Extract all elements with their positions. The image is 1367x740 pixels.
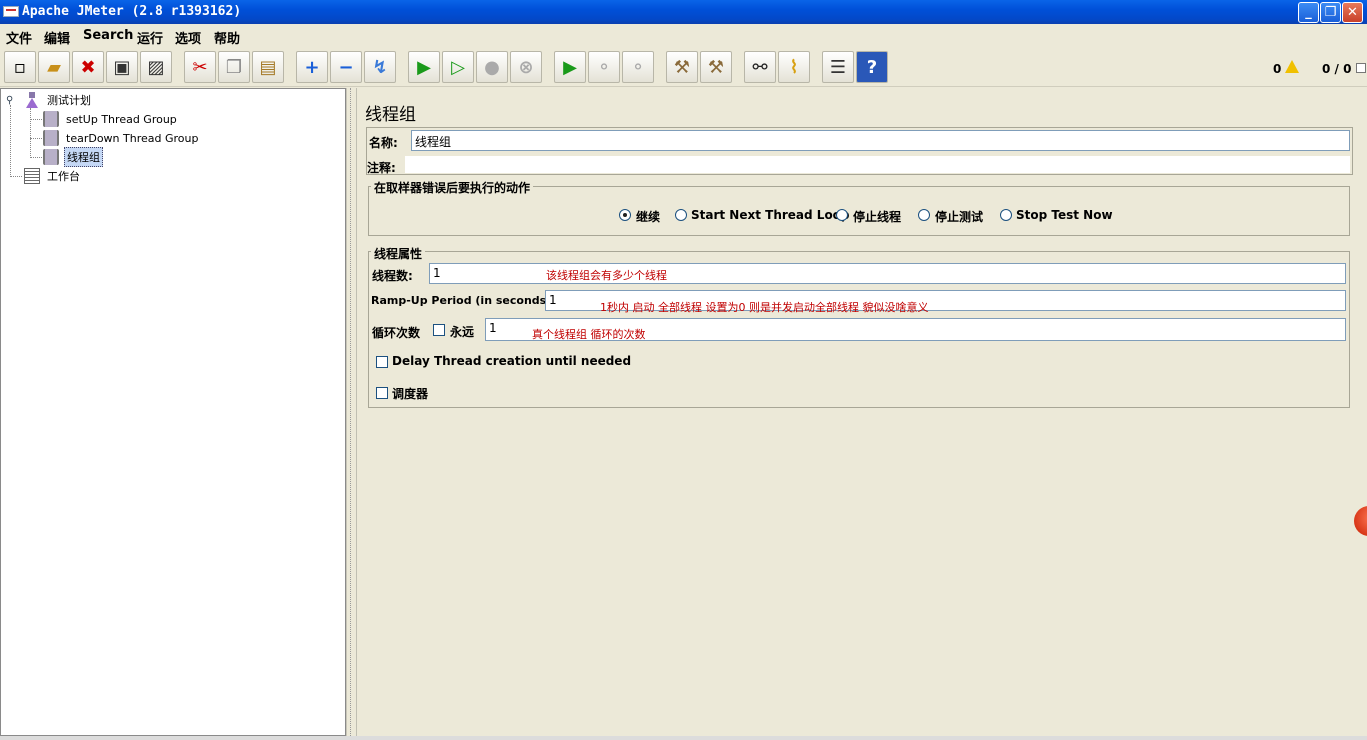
radio-continue-label: 继续 (636, 210, 661, 224)
workbench-icon (24, 168, 40, 184)
remote-stop-icon[interactable]: ⚬ (588, 51, 620, 83)
forever-label: 永远 (450, 325, 475, 339)
split-pane-divider[interactable] (346, 88, 355, 736)
error-count: 0 (1273, 62, 1282, 76)
shutdown-icon[interactable]: ⊗ (510, 51, 542, 83)
scheduler-label: 调度器 (392, 387, 429, 401)
open-icon[interactable]: ▰ (38, 51, 70, 83)
radio-stop-test-now-label: Stop Test Now (1016, 208, 1113, 222)
menu-help[interactable]: 帮助 (214, 28, 240, 47)
page-title: 线程组 (365, 105, 416, 125)
tree-node-test-plan[interactable]: 测试计划 (24, 91, 93, 109)
expand-icon[interactable]: + (296, 51, 328, 83)
tree-collapse-icon[interactable]: ⚲ (6, 95, 13, 106)
thread-group-icon (43, 111, 59, 127)
menu-edit[interactable]: 编辑 (44, 28, 70, 47)
menu-bar: 文件 编辑 Search 运行 选项 帮助 (0, 24, 1367, 47)
name-field[interactable]: 线程组 (411, 130, 1350, 151)
forever-checkbox[interactable] (433, 324, 445, 336)
tree-node-label: 工作台 (47, 170, 80, 183)
menu-run[interactable]: 运行 (137, 28, 163, 47)
thread-group-icon (43, 130, 59, 146)
radio-continue[interactable] (619, 209, 631, 221)
tree-node-workbench[interactable]: 工作台 (24, 167, 82, 185)
minimize-button[interactable]: _ (1298, 2, 1319, 23)
tree-node-setup-thread-group[interactable]: setUp Thread Group (43, 110, 179, 128)
clear-all-icon[interactable]: ⚒ (700, 51, 732, 83)
loop-count-annotation: 真个线程组 循环的次数 (532, 328, 646, 341)
reset-search-icon[interactable]: ⌇ (778, 51, 810, 83)
close-icon[interactable]: ✖ (72, 51, 104, 83)
tree-node-label: setUp Thread Group (66, 112, 177, 126)
tree-connector (30, 138, 42, 139)
tree-node-label: 测试计划 (47, 94, 91, 107)
tree-node-thread-group[interactable]: 线程组 (43, 147, 103, 167)
name-label: 名称: (369, 136, 398, 150)
radio-stop-thread[interactable] (836, 209, 848, 221)
sampler-error-title: 在取样器错误后要执行的动作 (371, 179, 534, 196)
toggle-icon[interactable]: ↯ (364, 51, 396, 83)
rampup-label: Ramp-Up Period (in seconds): (371, 294, 556, 307)
menu-options[interactable]: 选项 (175, 28, 201, 47)
save-icon[interactable]: ▣ (106, 51, 138, 83)
title-bar: Apache JMeter (2.8 r1393162) _ ❐ ✕ (0, 0, 1367, 24)
tree-connector (30, 157, 42, 158)
toolbar: ▫ ▰ ✖ ▣ ▨ ✂ ❐ ▤ + − ↯ ▶ ▷ ● ⊗ ▶ ⚬ ⚬ ⚒ ⚒ … (0, 47, 1367, 87)
radio-stop-test-now[interactable] (1000, 209, 1012, 221)
status-indicator (1356, 63, 1366, 73)
tree-connector (10, 105, 11, 175)
paste-icon[interactable]: ▤ (252, 51, 284, 83)
test-plan-icon (24, 92, 40, 108)
radio-start-next-loop[interactable] (675, 209, 687, 221)
delay-thread-checkbox[interactable] (376, 356, 388, 368)
cut-icon[interactable]: ✂ (184, 51, 216, 83)
new-icon[interactable]: ▫ (4, 51, 36, 83)
thread-properties-title: 线程属性 (371, 245, 426, 262)
comment-field[interactable] (405, 156, 1350, 173)
radio-stop-thread-label: 停止线程 (853, 210, 902, 224)
tree-node-teardown-thread-group[interactable]: tearDown Thread Group (43, 129, 200, 147)
rampup-annotation: 1秒内 启动 全部线程 设置为0 则是并发启动全部线程 貌似没啥意义 (600, 301, 929, 314)
start-icon[interactable]: ▶ (408, 51, 440, 83)
test-plan-tree: ⚲ 测试计划 setUp Thread Group tearDown Threa… (0, 88, 346, 736)
comment-label: 注释: (367, 161, 396, 175)
menu-file[interactable]: 文件 (6, 28, 32, 47)
java-app-icon (3, 6, 19, 17)
scheduler-checkbox[interactable] (376, 387, 388, 399)
tree-node-label: 线程组 (64, 147, 103, 167)
window-title: Apache JMeter (2.8 r1393162) (22, 4, 242, 19)
remote-start-icon[interactable]: ▶ (554, 51, 586, 83)
search-icon[interactable]: ⚯ (744, 51, 776, 83)
clear-icon[interactable]: ⚒ (666, 51, 698, 83)
radio-stop-test-label: 停止测试 (935, 210, 984, 224)
tree-connector (30, 119, 42, 120)
function-helper-icon[interactable]: ☰ (822, 51, 854, 83)
maximize-button[interactable]: ❐ (1320, 2, 1341, 23)
remote-shutdown-icon[interactable]: ⚬ (622, 51, 654, 83)
loop-count-label: 循环次数 (372, 326, 421, 340)
delay-thread-label: Delay Thread creation until needed (392, 354, 632, 368)
save-as-icon[interactable]: ▨ (140, 51, 172, 83)
threads-label: 线程数: (372, 269, 413, 283)
warning-icon[interactable] (1285, 60, 1299, 73)
radio-stop-test[interactable] (918, 209, 930, 221)
help-icon[interactable]: ? (856, 51, 888, 83)
taskbar-edge (0, 736, 1367, 740)
thread-count: 0 / 0 (1322, 62, 1352, 76)
close-button[interactable]: ✕ (1342, 2, 1363, 23)
stop-icon[interactable]: ● (476, 51, 508, 83)
threads-annotation: 该线程组会有多少个线程 (546, 269, 667, 282)
menu-search[interactable]: Search (83, 28, 133, 43)
tree-connector (30, 108, 31, 156)
radio-start-next-loop-label: Start Next Thread Loop (691, 208, 850, 222)
tree-node-label: tearDown Thread Group (66, 131, 199, 145)
collapse-icon[interactable]: − (330, 51, 362, 83)
start-no-pause-icon[interactable]: ▷ (442, 51, 474, 83)
copy-icon[interactable]: ❐ (218, 51, 250, 83)
thread-group-icon (43, 149, 59, 165)
tree-connector (10, 176, 22, 177)
